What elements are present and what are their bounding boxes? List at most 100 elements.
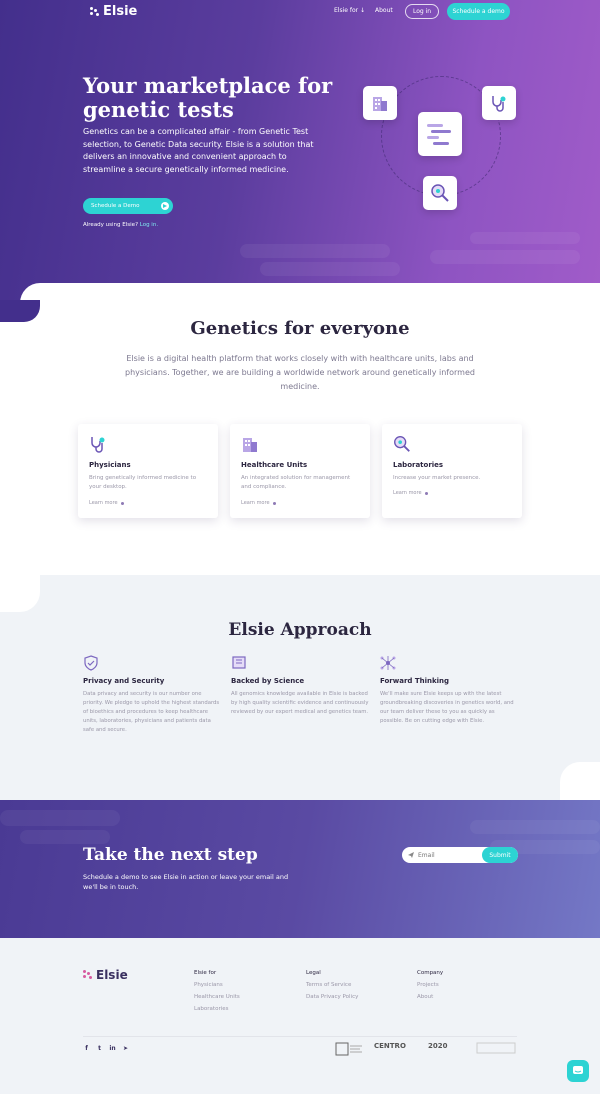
paper-plane-icon [408, 852, 414, 858]
elsie-logo-icon [83, 970, 93, 980]
chat-button[interactable] [567, 1060, 589, 1082]
approach-item-text: All genomics knowledge available in Elsi… [231, 691, 369, 715]
partner-logo-eu [476, 1042, 516, 1054]
footer-brand-name: Elsie [96, 968, 128, 982]
learn-more-label: Learn more [89, 500, 118, 506]
dot-icon [272, 501, 276, 505]
nav-link-about[interactable]: About [375, 7, 393, 14]
card-title: Physicians [89, 461, 131, 469]
nav-link-elsie-for[interactable]: Elsie for ↓ [334, 7, 365, 14]
approach-item-text: We'll make sure Elsie keeps up with the … [380, 691, 514, 724]
building-icon [373, 97, 387, 111]
hero-tile-stethoscope [482, 86, 516, 120]
book-icon [232, 656, 246, 669]
hero-login-link[interactable]: Log in. [140, 222, 158, 228]
brand-name: Elsie [103, 4, 138, 19]
arrow-right-icon [161, 202, 169, 210]
card-physicians[interactable]: Physicians Bring genetically informed me… [78, 424, 218, 518]
approach-item-title: Backed by Science [231, 677, 305, 685]
lab-search-icon [431, 184, 449, 202]
footer-col-elsie-for: Elsie for Physicians Healthcare Units La… [194, 970, 240, 1018]
email-form: Submit [402, 847, 518, 863]
footer-col-head: Elsie for [194, 970, 217, 976]
footer-divider [83, 1036, 517, 1037]
hero-wave [20, 283, 600, 323]
hero-tile-dashboard [418, 112, 462, 156]
shield-check-icon [84, 655, 98, 671]
footer-link-physicians[interactable]: Physicians [194, 982, 240, 988]
stethoscope-icon [91, 437, 105, 453]
dashboard-icon [427, 124, 451, 145]
footer-link-about[interactable]: About [417, 994, 443, 1000]
partner-logo-2020: 2020 [428, 1042, 448, 1050]
cta-section [0, 800, 600, 938]
partner-logo-icon [335, 1042, 362, 1056]
twitter-icon[interactable]: t [96, 1045, 103, 1052]
chat-icon [573, 1066, 583, 1074]
footer-col-head: Company [417, 970, 444, 976]
social-links: f t in ➤ [83, 1045, 129, 1052]
eu-flag-icon [476, 1042, 516, 1054]
approach-item-title: Forward Thinking [380, 677, 450, 685]
hero-schedule-demo-button[interactable]: Schedule a Demo [83, 198, 173, 214]
submit-button[interactable]: Submit [482, 847, 518, 863]
approach-forward: Forward Thinking We'll make sure Elsie k… [380, 655, 518, 724]
brand-logo[interactable]: Elsie [90, 4, 137, 19]
card-laboratories[interactable]: Laboratories Increase your market presen… [382, 424, 522, 518]
stethoscope-icon [492, 96, 506, 112]
email-input[interactable] [418, 847, 478, 863]
partner-logo-1 [335, 1042, 363, 1056]
elsie-logo-icon [90, 6, 100, 17]
hero-tile-lab [423, 176, 457, 210]
learn-more-link[interactable]: Learn more [241, 500, 276, 506]
top-nav: Elsie Elsie for ↓ About Log in Schedule … [0, 0, 600, 24]
footer-link-privacy[interactable]: Data Privacy Policy [306, 994, 358, 1000]
already-using-label: Already using Elsie? [83, 222, 138, 228]
learn-more-link[interactable]: Learn more [89, 500, 124, 506]
footer-link-laboratories[interactable]: Laboratories [194, 1006, 240, 1012]
card-text: Bring genetically informed medicine to y… [89, 475, 197, 490]
card-healthcare-units[interactable]: Healthcare Units An integrated solution … [230, 424, 370, 518]
card-title: Laboratories [393, 461, 444, 469]
genetics-description: Elsie is a digital health platform that … [125, 354, 475, 391]
approach-privacy: Privacy and Security Data privacy and se… [83, 655, 221, 733]
hero-cta-label: Schedule a Demo [91, 203, 140, 209]
lab-search-icon [394, 436, 410, 452]
linkedin-icon[interactable]: in [109, 1045, 116, 1052]
dot-icon [120, 501, 124, 505]
footer-col-head: Legal [306, 970, 321, 976]
cta-title: Take the next step [83, 845, 258, 865]
footer-logo[interactable]: Elsie [83, 968, 128, 982]
hero-description: Genetics can be a complicated affair - f… [83, 127, 314, 174]
learn-more-label: Learn more [393, 490, 422, 496]
learn-more-link[interactable]: Learn more [393, 490, 428, 496]
approach-title: Elsie Approach [228, 620, 372, 640]
already-using-text: Already using Elsie? Log in. [83, 222, 158, 228]
footer-link-terms[interactable]: Terms of Service [306, 982, 358, 988]
genetics-title: Genetics for everyone [190, 318, 410, 339]
footer-col-company: Company Projects About [417, 970, 443, 1006]
card-text: Increase your market presence. [393, 475, 481, 481]
approach-wave-corner-right [560, 762, 600, 800]
learn-more-label: Learn more [241, 500, 270, 506]
footer [0, 938, 600, 1094]
footer-col-legal: Legal Terms of Service Data Privacy Poli… [306, 970, 358, 1006]
footer-link-projects[interactable]: Projects [417, 982, 443, 988]
building-icon [243, 438, 257, 452]
footer-link-healthcare-units[interactable]: Healthcare Units [194, 994, 240, 1000]
approach-science: Backed by Science All genomics knowledge… [231, 655, 369, 715]
cta-description: Schedule a demo to see Elsie in action o… [83, 873, 289, 891]
hero-tile-building [363, 86, 397, 120]
approach-item-text: Data privacy and security is our number … [83, 691, 220, 733]
telegram-icon[interactable]: ➤ [122, 1045, 129, 1052]
facebook-icon[interactable]: f [83, 1045, 90, 1052]
partner-logo-centro: CENTRO [374, 1042, 406, 1050]
dot-icon [424, 491, 428, 495]
login-button[interactable]: Log in [405, 4, 439, 19]
card-text: An integrated solution for management an… [241, 475, 351, 490]
approach-item-title: Privacy and Security [83, 677, 165, 685]
card-title: Healthcare Units [241, 461, 308, 469]
approach-section [0, 575, 600, 800]
hero-title: Your marketplace for genetic tests [83, 73, 333, 122]
schedule-demo-button[interactable]: Schedule a demo [447, 3, 510, 20]
